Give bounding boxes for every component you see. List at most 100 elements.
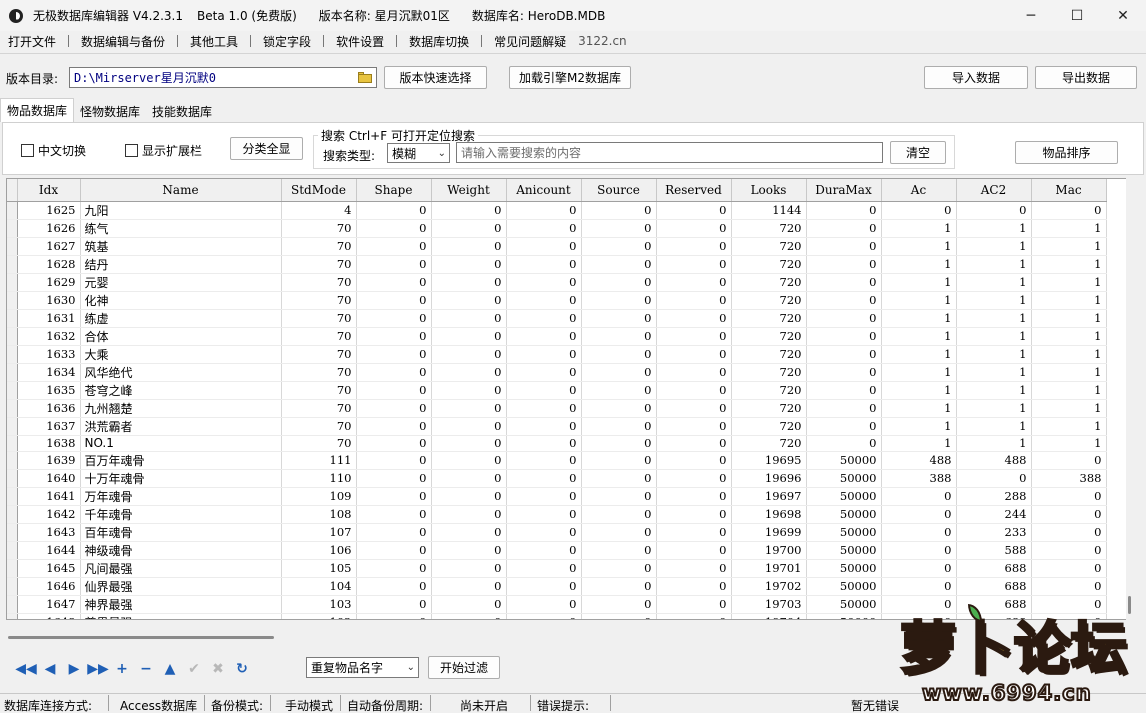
cell-stdmode[interactable]: 108 xyxy=(281,505,357,524)
cell-looks[interactable]: 720 xyxy=(731,255,807,274)
cell-mac[interactable]: 1 xyxy=(1031,399,1107,418)
cell-anicount[interactable]: 0 xyxy=(506,201,582,220)
cell-anicount[interactable]: 0 xyxy=(506,435,582,452)
cell-ac2[interactable]: 288 xyxy=(956,487,1032,506)
cell-weight[interactable]: 0 xyxy=(431,273,507,292)
cell-mac[interactable]: 1 xyxy=(1031,237,1107,256)
cell-reserved[interactable]: 0 xyxy=(656,291,732,310)
export-data-button[interactable]: 导出数据 xyxy=(1035,66,1137,89)
cell-ac2[interactable]: 488 xyxy=(956,451,1032,470)
cell-idx[interactable]: 1631 xyxy=(17,309,81,328)
cell-weight[interactable]: 0 xyxy=(431,505,507,524)
cell-looks[interactable]: 1144 xyxy=(731,201,807,220)
cell-ac[interactable]: 1 xyxy=(881,291,957,310)
cell-duramax[interactable]: 50000 xyxy=(806,613,882,619)
cell-idx[interactable]: 1644 xyxy=(17,541,81,560)
cell-duramax[interactable]: 0 xyxy=(806,237,882,256)
cell-looks[interactable]: 720 xyxy=(731,291,807,310)
cell-reserved[interactable]: 0 xyxy=(656,273,732,292)
table-row[interactable]: 1641 万年魂骨 109 0 0 0 0 0 19697 50000 0 288 0 xyxy=(7,487,1107,506)
cell-anicount[interactable]: 0 xyxy=(506,219,582,238)
search-input[interactable]: 请输入需要搜索的内容 xyxy=(456,142,883,163)
cell-source[interactable]: 0 xyxy=(581,577,657,596)
cell-mac[interactable]: 0 xyxy=(1031,577,1107,596)
cell-reserved[interactable]: 0 xyxy=(656,381,732,400)
cell-idx[interactable]: 1647 xyxy=(17,595,81,614)
menu-open-file[interactable]: 打开文件 xyxy=(0,33,64,50)
row-indicator[interactable] xyxy=(7,469,18,488)
menu-faq[interactable]: 常见问题解疑 xyxy=(486,33,574,50)
row-indicator[interactable] xyxy=(7,595,18,614)
cell-weight[interactable]: 0 xyxy=(431,201,507,220)
cell-reserved[interactable]: 0 xyxy=(656,577,732,596)
table-row[interactable]: 1635 苍穹之峰 70 0 0 0 0 0 720 0 1 1 1 xyxy=(7,381,1107,400)
table-row[interactable]: 1637 洪荒霸者 70 0 0 0 0 0 720 0 1 1 1 xyxy=(7,417,1107,436)
cell-anicount[interactable]: 0 xyxy=(506,327,582,346)
row-indicator[interactable] xyxy=(7,541,18,560)
tab-item-db[interactable]: 物品数据库 xyxy=(0,98,75,122)
cell-name[interactable]: 合体 xyxy=(80,327,282,346)
cell-idx[interactable]: 1640 xyxy=(17,469,81,488)
cell-mac[interactable]: 1 xyxy=(1031,417,1107,436)
cell-ac2[interactable]: 233 xyxy=(956,523,1032,542)
cell-shape[interactable]: 0 xyxy=(356,577,432,596)
cell-ac2[interactable]: 1 xyxy=(956,381,1032,400)
menu-edit-backup[interactable]: 数据编辑与备份 xyxy=(73,33,173,50)
cell-source[interactable]: 0 xyxy=(581,273,657,292)
cell-idx[interactable]: 1638 xyxy=(17,435,81,452)
cell-looks[interactable]: 19697 xyxy=(731,487,807,506)
cell-stdmode[interactable]: 109 xyxy=(281,487,357,506)
table-row[interactable]: 1643 百年魂骨 107 0 0 0 0 0 19699 50000 0 233 0 xyxy=(7,523,1107,542)
cell-source[interactable]: 0 xyxy=(581,523,657,542)
post-record-icon[interactable]: ✔ xyxy=(182,661,206,677)
cell-shape[interactable]: 0 xyxy=(356,487,432,506)
cell-anicount[interactable]: 0 xyxy=(506,309,582,328)
start-filter-button[interactable]: 开始过滤 xyxy=(428,656,500,679)
cell-anicount[interactable]: 0 xyxy=(506,345,582,364)
cell-mac[interactable]: 1 xyxy=(1031,345,1107,364)
cell-reserved[interactable]: 0 xyxy=(656,469,732,488)
clear-button[interactable]: 清空 xyxy=(890,141,946,164)
cell-looks[interactable]: 720 xyxy=(731,273,807,292)
cell-anicount[interactable]: 0 xyxy=(506,595,582,614)
cell-shape[interactable]: 0 xyxy=(356,435,432,452)
menu-lock-field[interactable]: 锁定字段 xyxy=(255,33,319,50)
cell-duramax[interactable]: 0 xyxy=(806,219,882,238)
cell-name[interactable]: 尊界最强 xyxy=(80,613,282,619)
cell-mac[interactable]: 0 xyxy=(1031,559,1107,578)
cell-anicount[interactable]: 0 xyxy=(506,363,582,382)
cell-shape[interactable]: 0 xyxy=(356,381,432,400)
cell-weight[interactable]: 0 xyxy=(431,613,507,619)
search-type-select[interactable]: 模糊 ⌄ xyxy=(387,143,450,163)
cell-source[interactable]: 0 xyxy=(581,291,657,310)
quick-select-button[interactable]: 版本快速选择 xyxy=(384,66,487,89)
cell-mac[interactable]: 388 xyxy=(1031,469,1107,488)
cell-ac[interactable]: 0 xyxy=(881,523,957,542)
cell-shape[interactable]: 0 xyxy=(356,505,432,524)
cell-looks[interactable]: 720 xyxy=(731,309,807,328)
cell-reserved[interactable]: 0 xyxy=(656,399,732,418)
cell-shape[interactable]: 0 xyxy=(356,201,432,220)
cell-name[interactable]: 百年魂骨 xyxy=(80,523,282,542)
cell-idx[interactable]: 1646 xyxy=(17,577,81,596)
cell-name[interactable]: 化神 xyxy=(80,291,282,310)
cell-shape[interactable]: 0 xyxy=(356,613,432,619)
column-header-ac[interactable]: Ac xyxy=(881,179,957,202)
cell-idx[interactable]: 1643 xyxy=(17,523,81,542)
cell-shape[interactable]: 0 xyxy=(356,219,432,238)
cell-mac[interactable]: 1 xyxy=(1031,363,1107,382)
cell-ac2[interactable]: 1 xyxy=(956,363,1032,382)
cell-reserved[interactable]: 0 xyxy=(656,559,732,578)
cell-looks[interactable]: 19699 xyxy=(731,523,807,542)
prior-record-icon[interactable]: ◀ xyxy=(38,661,62,677)
cell-duramax[interactable]: 50000 xyxy=(806,595,882,614)
load-engine-db-button[interactable]: 加载引擎M2数据库 xyxy=(509,66,631,89)
cell-stdmode[interactable]: 106 xyxy=(281,541,357,560)
first-record-icon[interactable]: ◀◀ xyxy=(14,661,38,677)
cell-stdmode[interactable]: 70 xyxy=(281,237,357,256)
checkbox-box[interactable] xyxy=(125,144,138,157)
cell-looks[interactable]: 720 xyxy=(731,345,807,364)
cell-shape[interactable]: 0 xyxy=(356,273,432,292)
cell-duramax[interactable]: 50000 xyxy=(806,469,882,488)
cell-weight[interactable]: 0 xyxy=(431,219,507,238)
